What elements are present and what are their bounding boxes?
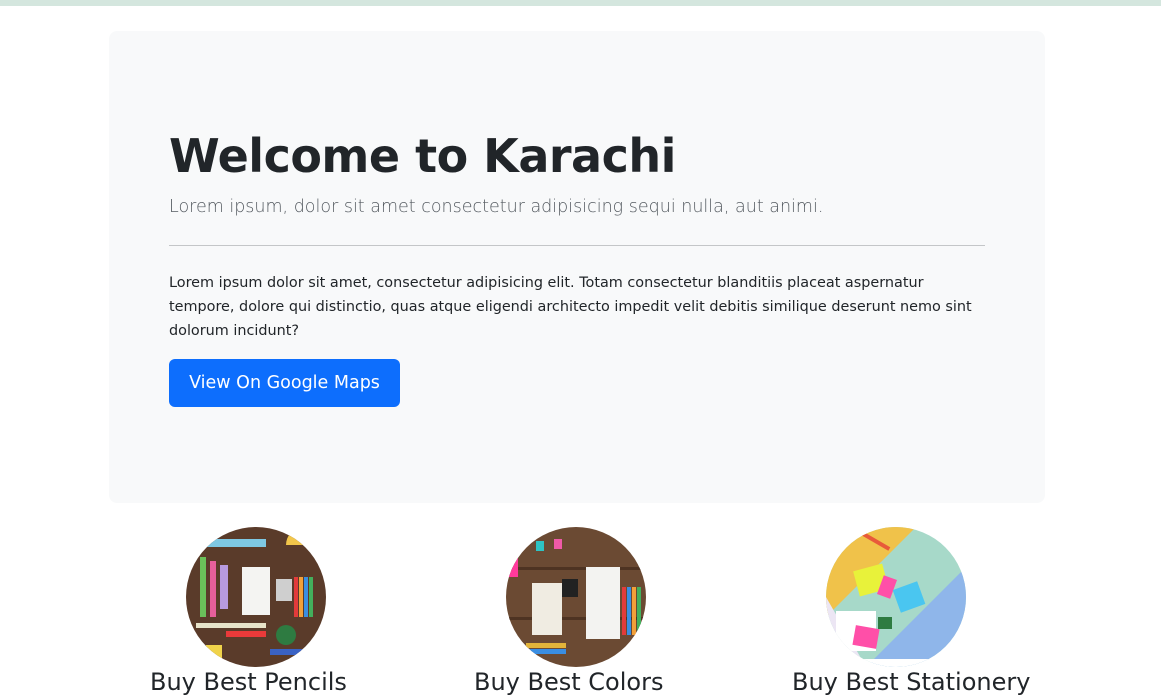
hero-body-text: Lorem ipsum dolor sit amet, consectetur … [169,275,972,339]
card-caption: Buy Best Pencils [150,668,347,696]
card-image-pencils[interactable] [186,527,326,667]
hero-jumbotron: Welcome to Karachi Lorem ipsum, dolor si… [109,31,1045,503]
hero-lead: Lorem ipsum, dolor sit amet consectetur … [169,197,824,217]
card-image-stationery[interactable] [826,527,966,667]
card-caption: Buy Best Colors [474,668,664,696]
top-bar [0,0,1161,6]
card-caption: Buy Best Stationery [792,668,1031,696]
page-title: Welcome to Karachi [169,129,676,183]
view-on-google-maps-button[interactable]: View On Google Maps [169,359,400,407]
card-image-colors[interactable] [506,527,646,667]
divider [169,245,985,246]
